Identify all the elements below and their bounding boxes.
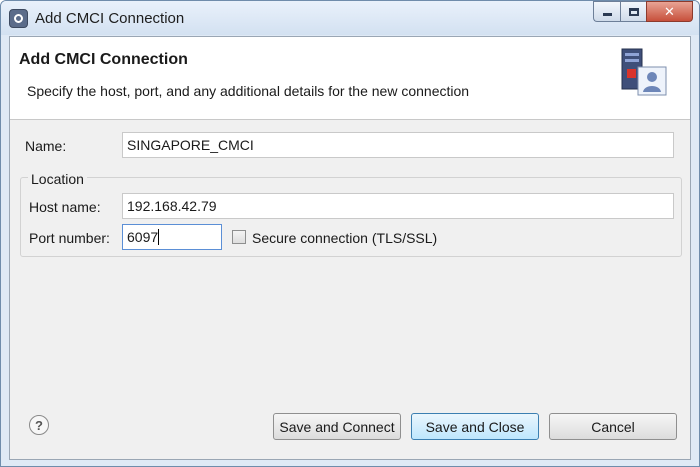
- help-icon[interactable]: ?: [29, 415, 49, 435]
- secure-connection-label[interactable]: Secure connection (TLS/SSL): [252, 230, 437, 246]
- dialog-window: Add CMCI Connection ✕ Add CMCI Connectio…: [0, 0, 700, 467]
- location-group-label: Location: [28, 171, 87, 187]
- close-button[interactable]: ✕: [646, 1, 693, 22]
- window-controls: ✕: [593, 1, 693, 22]
- port-number-field[interactable]: 6097: [122, 224, 222, 250]
- name-field[interactable]: SINGAPORE_CMCI: [122, 132, 674, 158]
- title-bar[interactable]: Add CMCI Connection ✕: [1, 1, 699, 35]
- header-description: Specify the host, port, and any addition…: [27, 83, 470, 99]
- secure-connection-checkbox[interactable]: [232, 230, 246, 244]
- maximize-icon: [628, 7, 639, 16]
- maximize-button[interactable]: [620, 1, 646, 22]
- port-number-value: 6097: [127, 229, 159, 245]
- save-and-close-button[interactable]: Save and Close: [411, 413, 539, 440]
- name-label: Name:: [25, 138, 67, 154]
- port-number-label: Port number:: [29, 230, 110, 246]
- minimize-button[interactable]: [593, 1, 620, 22]
- text-cursor: [158, 229, 160, 245]
- server-user-icon: [621, 48, 667, 96]
- host-name-label: Host name:: [29, 199, 101, 215]
- header-title: Add CMCI Connection: [19, 51, 188, 68]
- close-icon: ✕: [664, 3, 675, 19]
- save-and-connect-button[interactable]: Save and Connect: [273, 413, 401, 440]
- cancel-button[interactable]: Cancel: [549, 413, 677, 440]
- dialog-header: Add CMCI Connection Specify the host, po…: [10, 37, 690, 120]
- minimize-icon: [602, 13, 612, 16]
- app-icon: [9, 9, 28, 28]
- host-name-field[interactable]: 192.168.42.79: [122, 193, 674, 219]
- dialog-body: Add CMCI Connection Specify the host, po…: [9, 36, 691, 460]
- window-title: Add CMCI Connection: [35, 10, 185, 27]
